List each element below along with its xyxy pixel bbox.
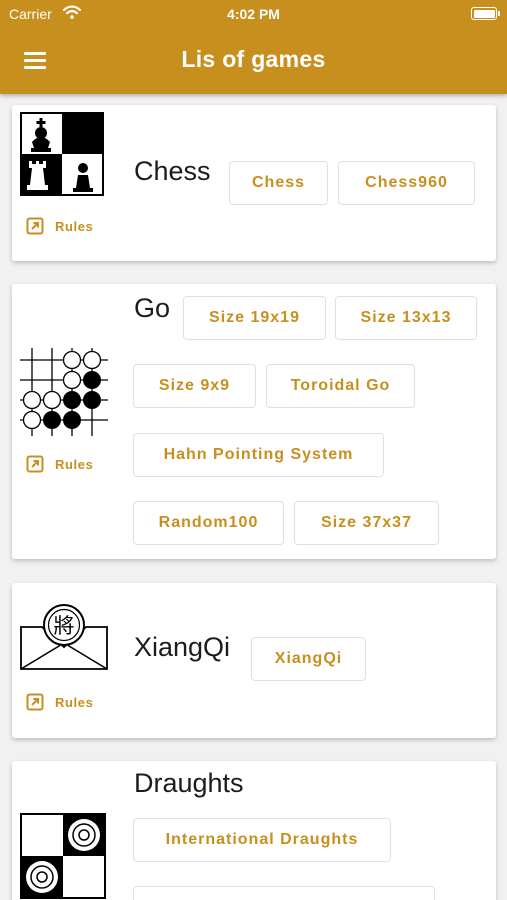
rules-label: Rules bbox=[55, 456, 94, 472]
game-card-draughts: Draughts International Draughts bbox=[12, 761, 496, 900]
game-name: Go bbox=[134, 293, 171, 323]
chess-board-icon bbox=[20, 112, 104, 196]
draughts-board-icon bbox=[20, 813, 106, 899]
rules-label: Rules bbox=[55, 694, 94, 710]
variant-button-toroidal-go[interactable]: Toroidal Go bbox=[266, 364, 415, 408]
game-name: XiangQi bbox=[134, 632, 231, 662]
game-name: Draughts bbox=[134, 768, 244, 798]
game-card-go: Rules Go Size 19x19 Size 13x13 Size 9x9 … bbox=[12, 284, 496, 559]
page-title: Lis of games bbox=[181, 46, 326, 72]
variant-button-size-37x37[interactable]: Size 37x37 bbox=[294, 501, 439, 545]
rules-label: Rules bbox=[55, 218, 94, 234]
status-time: 4:02 PM bbox=[227, 6, 280, 22]
rules-link[interactable]: Rules bbox=[26, 215, 93, 237]
open-external-icon bbox=[26, 455, 44, 473]
variant-button-chess960[interactable]: Chess960 bbox=[338, 161, 475, 205]
variant-button-size-9x9[interactable]: Size 9x9 bbox=[133, 364, 256, 408]
app-bar: Carrier 4:02 PM Lis of games bbox=[0, 0, 507, 94]
open-external-icon bbox=[26, 217, 44, 235]
variant-button-chess[interactable]: Chess bbox=[229, 161, 328, 205]
variant-button-international-draughts[interactable]: International Draughts bbox=[133, 818, 391, 862]
rules-link[interactable]: Rules bbox=[26, 453, 93, 475]
game-name: Chess bbox=[134, 156, 211, 186]
battery-icon bbox=[471, 7, 500, 20]
rules-link[interactable]: Rules bbox=[26, 691, 93, 713]
open-external-icon bbox=[26, 693, 44, 711]
game-card-xiangqi: 將 Rules XiangQi XiangQi bbox=[12, 583, 496, 738]
variant-button-size-13x13[interactable]: Size 13x13 bbox=[335, 296, 477, 340]
variant-button-hahn-pointing-system[interactable]: Hahn Pointing System bbox=[133, 433, 384, 477]
xiangqi-glyph: 將 bbox=[54, 614, 75, 638]
game-card-chess: Rules Chess Chess Chess960 bbox=[12, 105, 496, 261]
variant-button-size-19x19[interactable]: Size 19x19 bbox=[183, 296, 326, 340]
variant-button-random100[interactable]: Random100 bbox=[133, 501, 284, 545]
xiangqi-piece-icon: 將 bbox=[20, 604, 108, 670]
status-bar: Carrier 4:02 PM bbox=[0, 0, 507, 28]
go-board-icon bbox=[20, 348, 108, 436]
variant-button-xiangqi[interactable]: XiangQi bbox=[251, 637, 366, 681]
variant-button-partial[interactable] bbox=[133, 886, 435, 900]
